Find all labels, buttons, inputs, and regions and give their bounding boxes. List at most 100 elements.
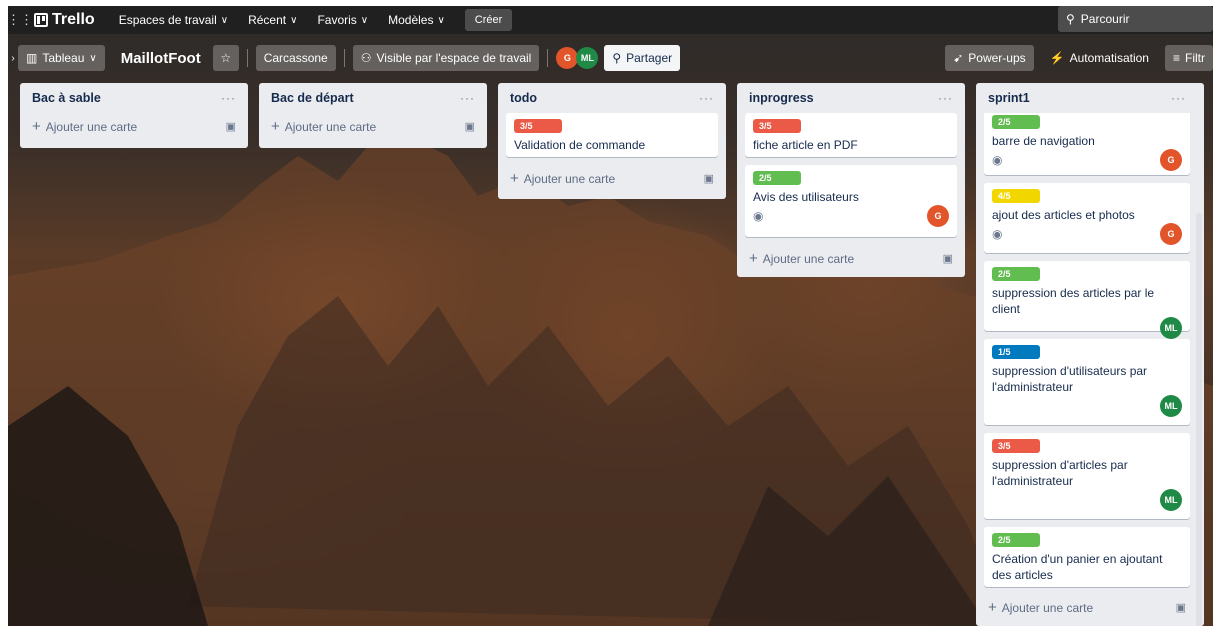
create-button[interactable]: Créer — [464, 9, 513, 31]
trello-logo-text: Trello — [52, 11, 95, 28]
list-header: inprogress ··· — [745, 83, 957, 113]
list-menu-icon[interactable]: ··· — [460, 91, 475, 105]
list-scrollbar[interactable] — [1196, 213, 1202, 626]
card-label[interactable]: 2/5 — [992, 267, 1040, 281]
list-menu-icon[interactable]: ··· — [699, 91, 714, 105]
add-card-text: + Ajouter une carte — [749, 250, 854, 267]
card[interactable]: 2/5 barre de navigation ◉ G — [984, 113, 1190, 175]
nav-recent-label: Récent — [248, 13, 287, 27]
watch-eye-icon: ◉ — [992, 153, 1003, 167]
workspace-button[interactable]: Carcassone — [255, 45, 336, 71]
plus-icon: + — [510, 169, 519, 187]
add-card-button[interactable]: + Ajouter une carte ▣ — [745, 245, 957, 271]
card-label[interactable]: 2/5 — [992, 115, 1040, 129]
card[interactable]: 2/5 suppression des articles par le clie… — [984, 261, 1190, 339]
avatar[interactable]: G — [927, 205, 949, 227]
card-badges: ◉ G — [992, 223, 1182, 245]
visibility-button[interactable]: ⚇ Visible par l'espace de travail — [352, 45, 540, 71]
list-sprint1: sprint1 ··· 2/5 barre de navigation ◉ G … — [976, 83, 1204, 626]
card-label[interactable]: 1/5 — [992, 345, 1040, 359]
filter-button[interactable]: ≡ Filtr — [1164, 45, 1213, 71]
star-board-button[interactable]: ☆ — [212, 45, 239, 71]
card-title: Avis des utilisateurs — [753, 190, 859, 204]
avatar[interactable]: ML — [1160, 489, 1182, 511]
card-label[interactable]: 3/5 — [514, 119, 562, 133]
card-title: suppression d'utilisateurs par l'adminis… — [992, 364, 1148, 394]
nav-templates[interactable]: Modèles ∨ — [378, 6, 455, 34]
list-menu-icon[interactable]: ··· — [221, 91, 236, 105]
list-title[interactable]: inprogress — [749, 91, 814, 105]
powerups-button[interactable]: ➹ Power-ups — [945, 45, 1034, 71]
list-title[interactable]: sprint1 — [988, 91, 1030, 105]
card-template-icon[interactable]: ▣ — [1176, 601, 1186, 614]
filter-icon: ≡ — [1172, 51, 1180, 65]
list-header: sprint1 ··· — [984, 83, 1190, 113]
nav-workspaces[interactable]: Espaces de travail ∨ — [109, 6, 238, 34]
trello-logo[interactable]: Trello — [34, 11, 95, 29]
card[interactable]: 3/5 fiche article en PDF — [745, 113, 957, 157]
list-title[interactable]: Bac de départ — [271, 91, 354, 105]
card-template-icon[interactable]: ▣ — [226, 120, 236, 133]
plus-icon: + — [32, 117, 41, 135]
avatar[interactable]: G — [1160, 223, 1182, 245]
powerups-label: Power-ups — [968, 51, 1026, 65]
nav-workspaces-label: Espaces de travail — [118, 13, 217, 27]
card-title: fiche article en PDF — [753, 138, 858, 152]
chevron-down-icon: ∨ — [437, 14, 445, 26]
nav-templates-label: Modèles — [388, 13, 434, 27]
card-label[interactable]: 3/5 — [992, 439, 1040, 453]
card-template-icon[interactable]: ▣ — [943, 252, 953, 265]
list-inprogress: inprogress ··· 3/5 fiche article en PDF … — [737, 83, 965, 277]
add-card-text: + Ajouter une carte — [271, 118, 376, 135]
card-badges: ◉ G — [753, 205, 949, 227]
card-title: suppression d'articles par l'administrat… — [992, 458, 1128, 488]
list-title[interactable]: todo — [510, 91, 537, 105]
card[interactable]: 3/5 suppression d'articles par l'adminis… — [984, 433, 1190, 519]
plus-icon: + — [749, 249, 758, 267]
add-card-button[interactable]: + Ajouter une carte ▣ — [506, 165, 718, 191]
board-title[interactable]: MaillotFoot — [113, 50, 209, 67]
automation-button[interactable]: ⚡ Automatisation — [1042, 45, 1157, 71]
avatar[interactable]: ML — [576, 47, 599, 69]
chevron-down-icon: ∨ — [290, 14, 298, 26]
card[interactable]: 4/5 ajout des articles et photos ◉ G — [984, 183, 1190, 253]
search-input[interactable]: ⚲ Parcourir — [1058, 6, 1213, 32]
card-title: suppression des articles par le client — [992, 286, 1155, 316]
sidebar-expand-icon[interactable]: › — [8, 53, 18, 64]
trello-logo-icon — [34, 13, 48, 27]
card[interactable]: 2/5 Création d'un panier en ajoutant des… — [984, 527, 1190, 587]
share-button[interactable]: ⚲ Partager — [604, 45, 681, 71]
card-label[interactable]: 2/5 — [992, 533, 1040, 547]
avatar[interactable]: G — [1160, 149, 1182, 171]
card-label[interactable]: 2/5 — [753, 171, 801, 185]
view-switcher-button[interactable]: ▥ Tableau ∨ — [18, 45, 105, 71]
list-menu-icon[interactable]: ··· — [1171, 91, 1186, 105]
list-title[interactable]: Bac à sable — [32, 91, 101, 105]
card-badges: ML — [992, 317, 1182, 339]
avatar[interactable]: G — [556, 47, 579, 69]
list-menu-icon[interactable]: ··· — [938, 91, 953, 105]
nav-starred[interactable]: Favoris ∨ — [307, 6, 378, 34]
board-canvas: ⋮⋮ Trello Espaces de travail ∨ Récent ∨ Fa… — [8, 6, 1213, 626]
card-label[interactable]: 4/5 — [992, 189, 1040, 203]
list-header: Bac de départ ··· — [267, 83, 479, 113]
add-card-button[interactable]: + Ajouter une carte ▣ — [984, 594, 1190, 620]
app-switcher-icon[interactable]: ⋮⋮ — [8, 6, 33, 34]
add-card-button[interactable]: + Ajouter une carte ▣ — [267, 113, 479, 139]
workspace-label: Carcassone — [263, 51, 328, 65]
card-badges: ML — [992, 395, 1182, 417]
card-template-icon[interactable]: ▣ — [465, 120, 475, 133]
card-label[interactable]: 3/5 — [753, 119, 801, 133]
add-card-button[interactable]: + Ajouter une carte ▣ — [28, 113, 240, 139]
card[interactable]: 2/5 Avis des utilisateurs ◉ G — [745, 165, 957, 237]
chevron-down-icon: ∨ — [220, 14, 229, 26]
card[interactable]: 3/5 Validation de commande — [506, 113, 718, 157]
avatar[interactable]: ML — [1160, 317, 1182, 339]
avatar[interactable]: ML — [1160, 395, 1182, 417]
list-header: Bac à sable ··· — [28, 83, 240, 113]
nav-recent[interactable]: Récent ∨ — [238, 6, 307, 34]
card-template-icon[interactable]: ▣ — [704, 172, 714, 185]
divider — [343, 49, 345, 67]
add-card-label: Ajouter une carte — [523, 171, 616, 186]
card[interactable]: 1/5 suppression d'utilisateurs par l'adm… — [984, 339, 1190, 425]
